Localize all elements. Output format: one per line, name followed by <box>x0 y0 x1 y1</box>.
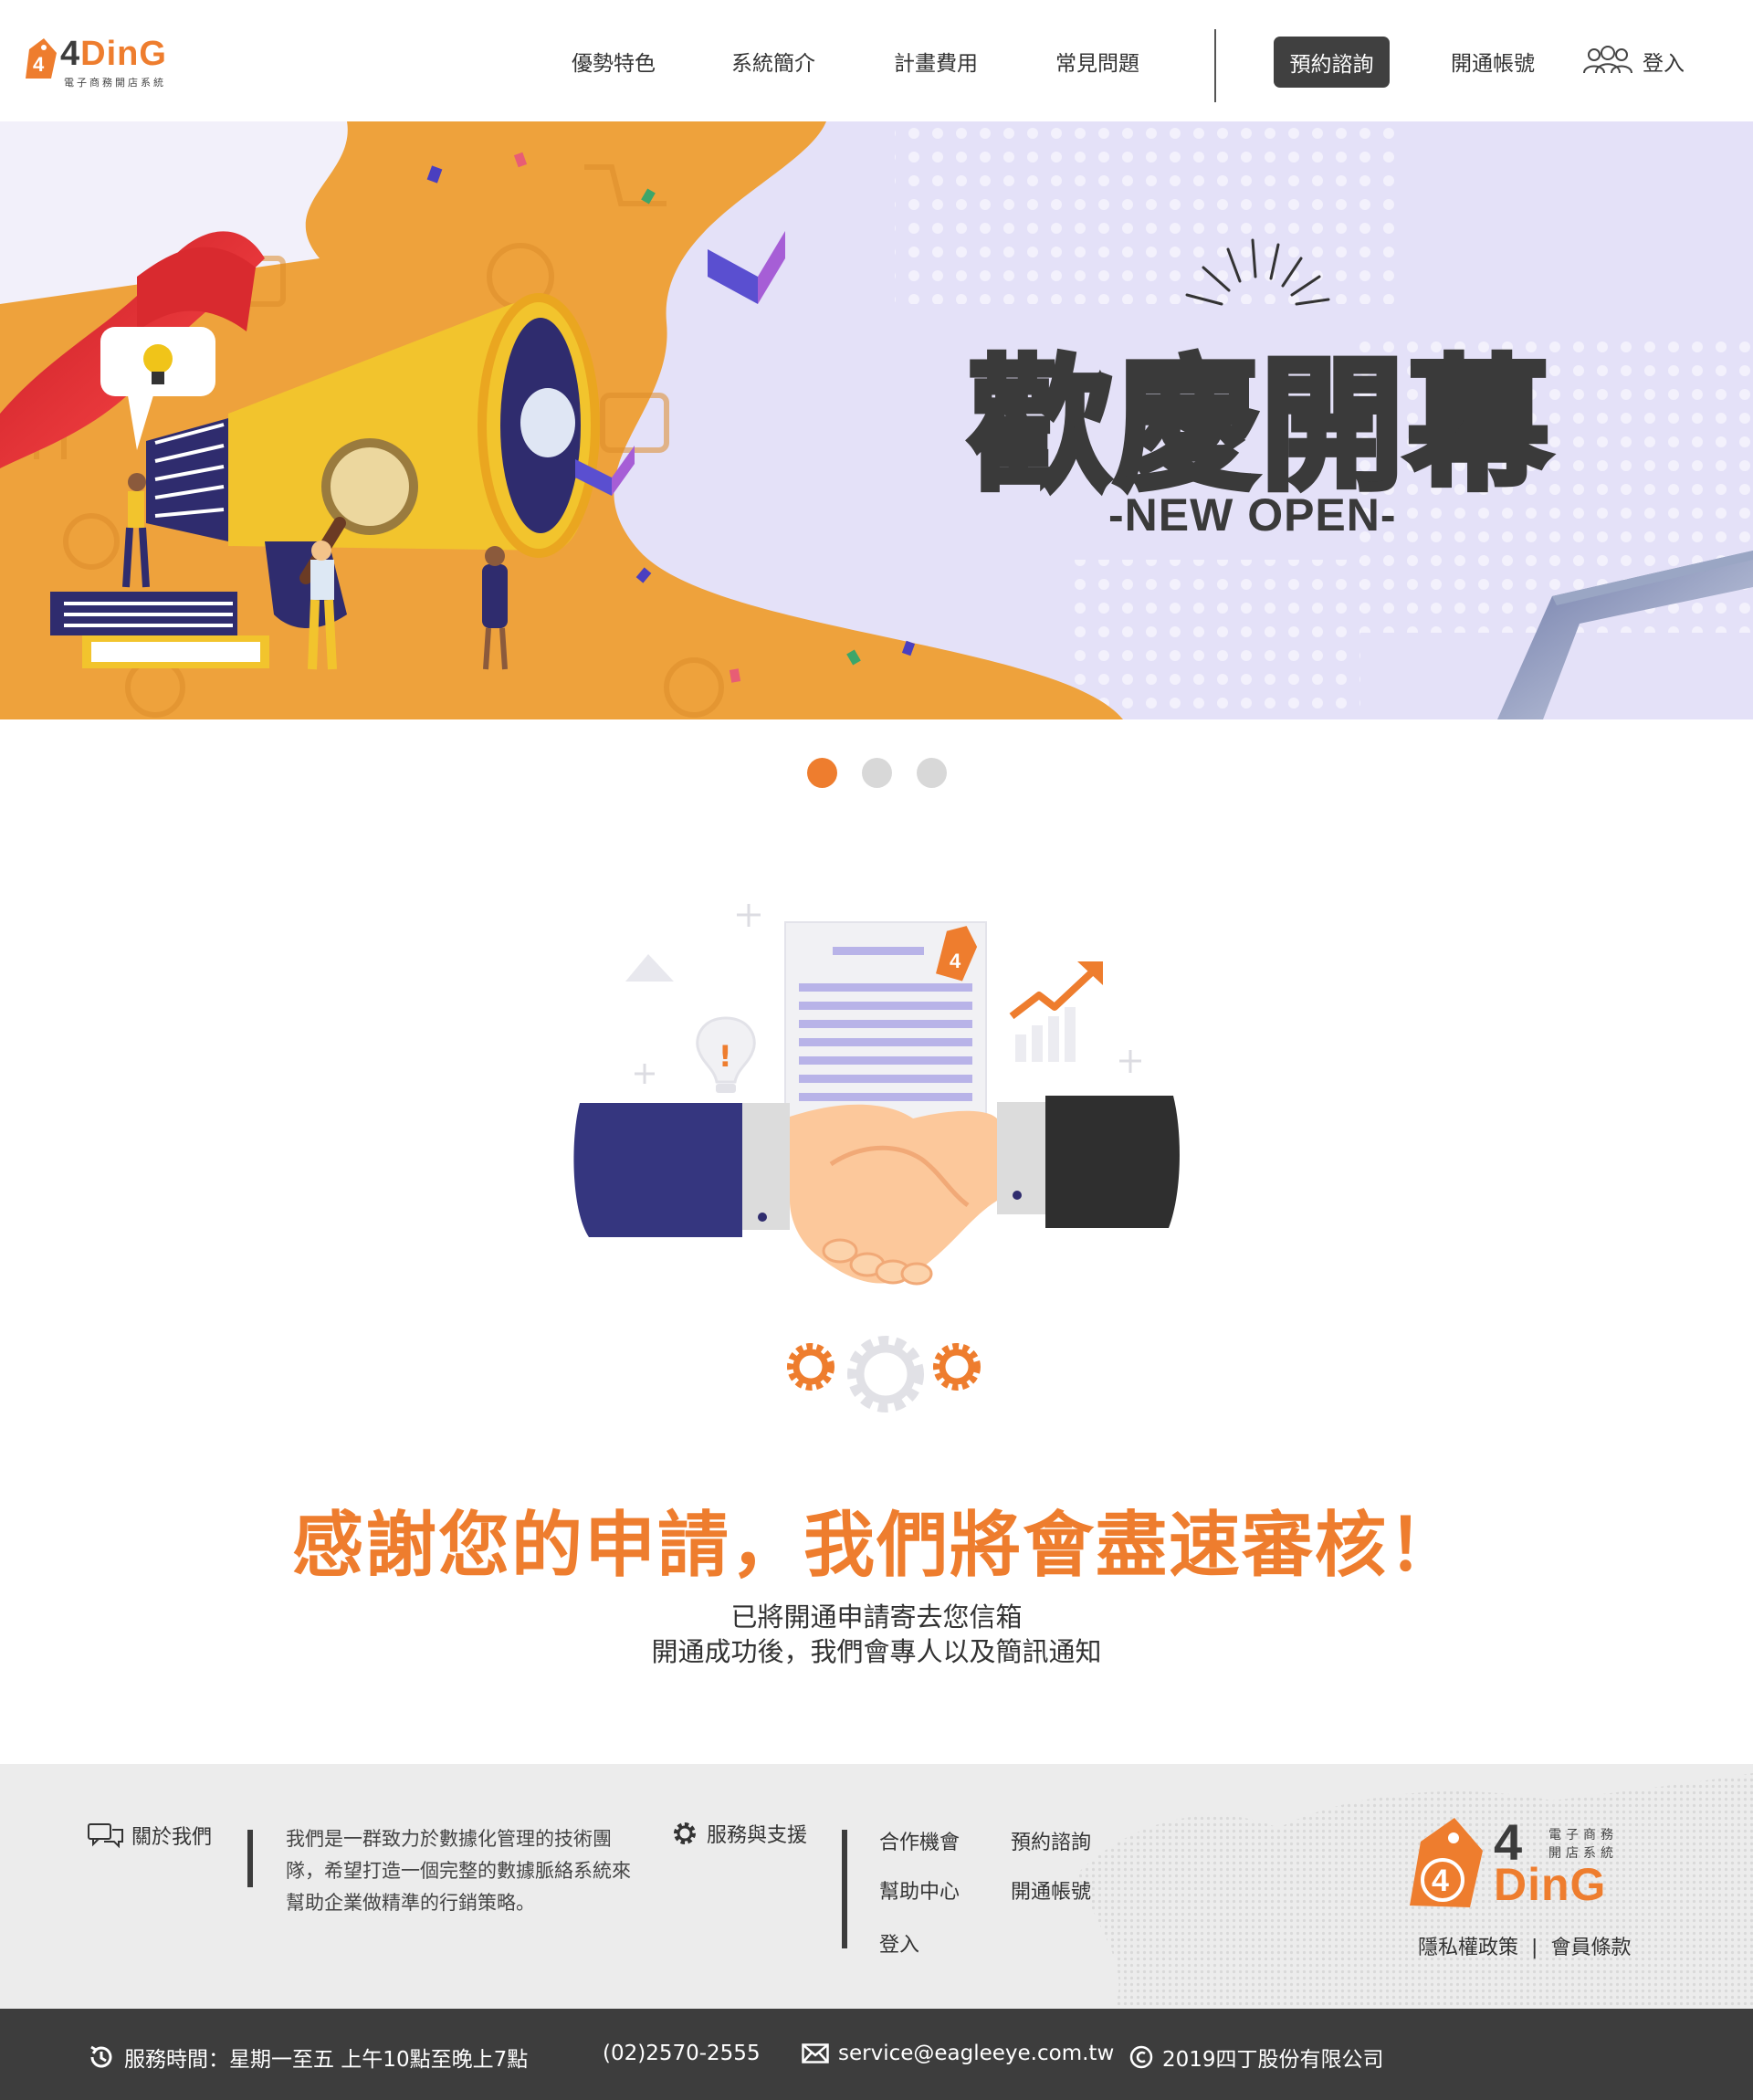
svg-text:4: 4 <box>950 950 961 972</box>
nav-item-intro[interactable]: 系統簡介 <box>731 46 815 77</box>
footer-divider-2 <box>842 1830 847 1948</box>
site-header: 4 4DinG 電子商務開店系統 優勢特色 系統簡介 計畫費用 常見問題 預約諮… <box>0 0 1753 121</box>
legal-separator: | <box>1531 1937 1538 1959</box>
confirmation-line-1: 已將開通申請寄去您信箱 <box>730 1601 1023 1633</box>
phone-number[interactable]: (02)2570-2555 <box>603 2042 761 2065</box>
login-link[interactable]: 登入 <box>1582 46 1685 77</box>
bottom-info-bar: 服務時間：星期一至五 上午10點至晚上7點 (02)2570-2555 serv… <box>0 2009 1753 2100</box>
tag-logo-icon: 4 <box>26 38 57 79</box>
brand-logo[interactable]: 4 4DinG 電子商務開店系統 <box>22 35 195 89</box>
about-heading: 關於我們 <box>88 1821 212 1850</box>
confirmation-headline: 感謝您的申請，我們將會盡速審核！ <box>291 1505 1461 1587</box>
service-hours: 服務時間：星期一至五 上午10點至晚上7點 <box>88 2042 528 2073</box>
nav-item-faq[interactable]: 常見問題 <box>1055 46 1139 77</box>
clock-icon <box>90 2045 112 2068</box>
site-footer: 關於我們 我們是一群致力於數據化管理的技術團隊，希望打造一個完整的數據脈絡系統來… <box>0 1764 1753 2009</box>
carousel-dots <box>807 758 971 788</box>
privacy-policy-link[interactable]: 隱私權政策 <box>1418 1937 1518 1959</box>
handshake-icon: 4 ! <box>573 904 1180 1412</box>
gear-icon <box>674 1822 696 1844</box>
footer-divider-1 <box>247 1830 253 1887</box>
users-icon <box>1583 46 1632 74</box>
copyright: 2019四丁股份有限公司 <box>1129 2042 1384 2073</box>
mail-icon <box>802 2043 829 2063</box>
email-address[interactable]: service@eagleeye.com.tw <box>802 2042 1114 2065</box>
carousel-dot-1[interactable] <box>807 758 837 788</box>
copyright-icon <box>1129 2045 1153 2069</box>
hero-banner[interactable]: 歡慶開幕 -NEW OPEN- <box>0 121 1753 719</box>
footer-logo: 4 4 電子商務 開店系統 DinG <box>1404 1813 1642 1924</box>
logo-subtitle: 電子商務開店系統 <box>64 77 166 89</box>
footer-link-login[interactable]: 登入 <box>879 1928 919 1958</box>
footer-link-partner[interactable]: 合作機會 <box>879 1826 960 1855</box>
footer-link-help[interactable]: 幫助中心 <box>879 1875 960 1905</box>
svg-text:!: ! <box>719 1039 732 1074</box>
tag-logo-icon: 4 <box>1410 1818 1483 1907</box>
banner-subtitle: -NEW OPEN- <box>1108 489 1397 541</box>
login-label: 登入 <box>1643 52 1685 76</box>
confirmation-line-2: 開通成功後，我們會專人以及簡訊通知 <box>651 1636 1102 1667</box>
footer-link-open-account[interactable]: 開通帳號 <box>1011 1875 1091 1905</box>
chat-bubbles-icon <box>88 1823 123 1849</box>
svg-text:4: 4 <box>1432 1864 1449 1898</box>
nav-item-pricing[interactable]: 計畫費用 <box>894 46 978 77</box>
legal-links: 隱私權政策 | 會員條款 <box>1418 1931 1631 1960</box>
carousel-dot-3[interactable] <box>917 758 947 788</box>
logo-wordmark: 4DinG <box>60 35 167 73</box>
open-account-link[interactable]: 開通帳號 <box>1451 46 1535 77</box>
member-terms-link[interactable]: 會員條款 <box>1550 1937 1631 1959</box>
banner-title: 歡慶開幕 <box>965 340 1553 513</box>
nav-divider <box>1214 29 1216 102</box>
consult-button[interactable]: 預約諮詢 <box>1274 37 1390 88</box>
svg-text:4: 4 <box>33 53 45 76</box>
nav-item-features[interactable]: 優勢特色 <box>572 46 656 77</box>
about-description: 我們是一群致力於數據化管理的技術團隊，希望打造一個完整的數據脈絡系統來幫助企業做… <box>286 1828 631 1914</box>
footer-link-consult[interactable]: 預約諮詢 <box>1011 1826 1091 1855</box>
support-heading: 服務與支援 <box>670 1819 807 1848</box>
carousel-dot-2[interactable] <box>862 758 892 788</box>
